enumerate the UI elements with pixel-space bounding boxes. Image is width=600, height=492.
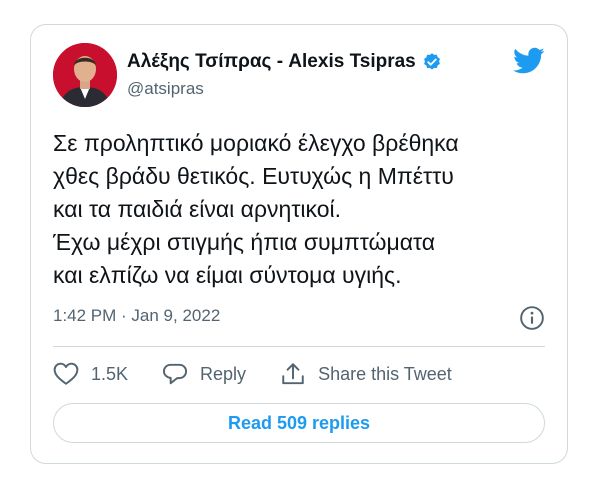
divider (53, 346, 545, 347)
info-icon[interactable] (519, 305, 545, 331)
reply-bubble-icon (163, 363, 188, 385)
like-button[interactable]: 1.5K (53, 362, 128, 386)
author-name-row[interactable]: Αλέξης Τσίπρας - Alexis Tsipras (127, 51, 442, 73)
twitter-bird-icon[interactable] (513, 47, 545, 75)
read-replies-button[interactable]: Read 509 replies (53, 403, 545, 443)
share-icon (282, 363, 304, 385)
tweet-text: Σε προληπτικό μοριακό έλεγχο βρέθηκα χθε… (53, 130, 459, 288)
like-count: 1.5K (91, 363, 129, 384)
author-handle[interactable]: @atsipras (127, 79, 204, 99)
verified-badge-icon (423, 53, 440, 70)
profile-photo-icon (53, 43, 117, 107)
tweet-timestamp[interactable]: 1:42 PM · Jan 9, 2022 (53, 306, 220, 326)
heart-icon (53, 362, 79, 385)
share-button[interactable]: Share this Tweet (280, 362, 452, 386)
reply-label: Reply (200, 363, 247, 384)
author-name[interactable]: Αλέξης Τσίπρας - Alexis Tsipras (127, 51, 416, 73)
action-bar: 1.5K Reply Share this Tweet (53, 359, 486, 389)
reply-button[interactable]: Reply (162, 362, 246, 386)
avatar[interactable] (53, 43, 117, 107)
tweet-card: Αλέξης Τσίπρας - Alexis Tsipras @atsipra… (30, 24, 568, 464)
share-label: Share this Tweet (318, 363, 452, 384)
